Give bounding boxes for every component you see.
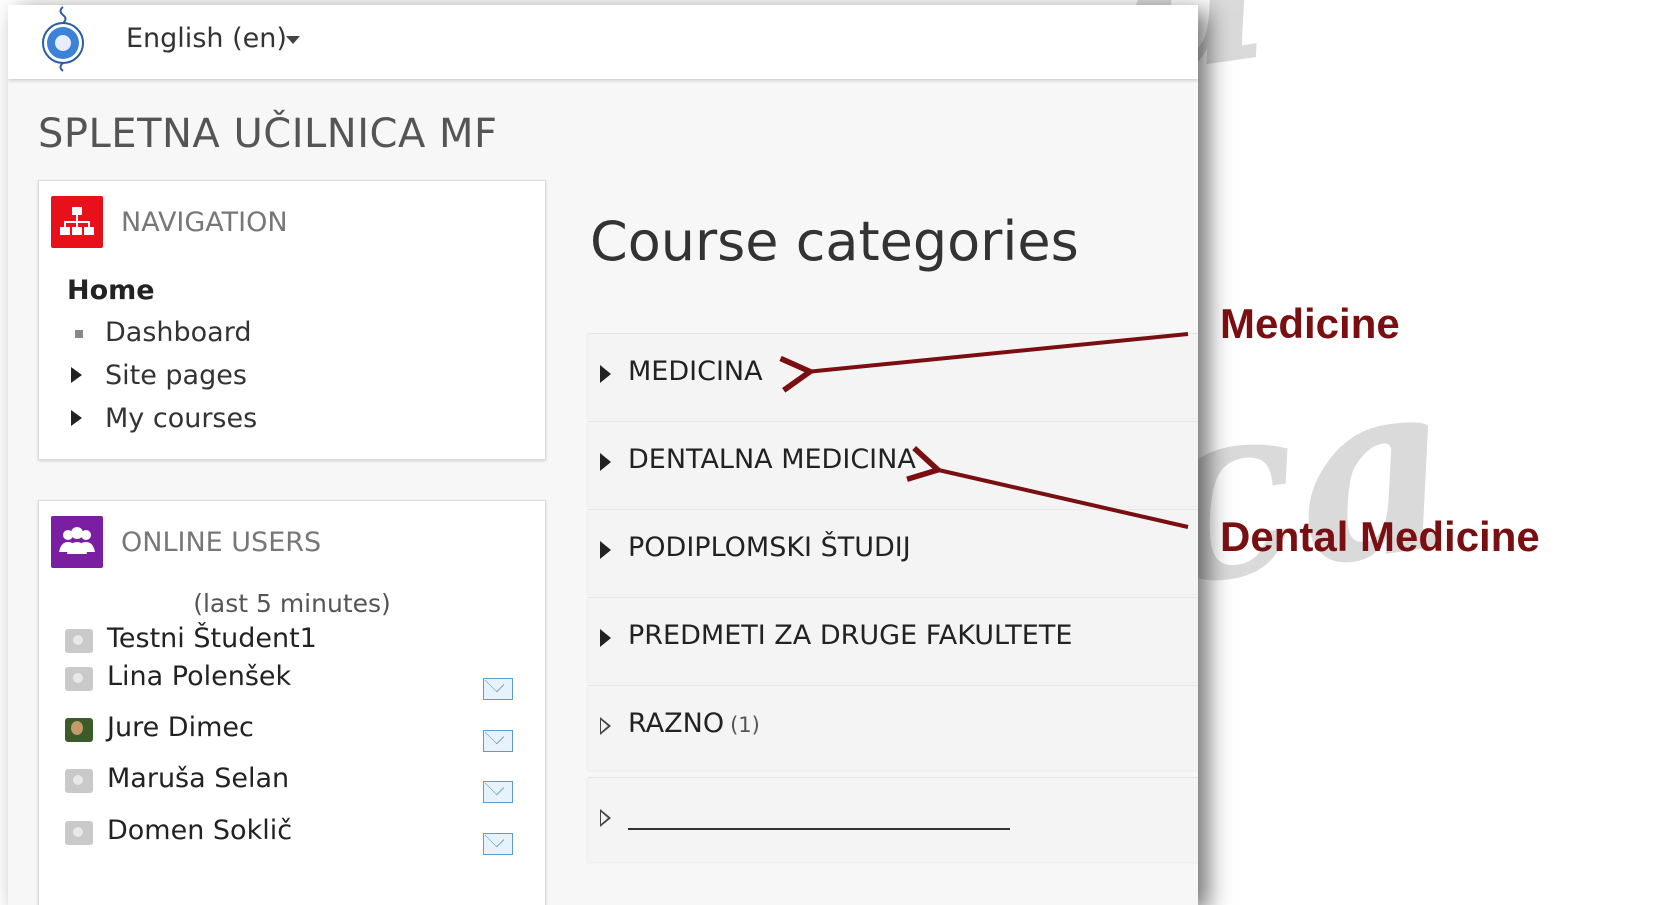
collapsed-triangle-outline-icon[interactable]: [600, 717, 611, 735]
avatar: [65, 718, 93, 742]
top-navbar: English (en): [8, 5, 1198, 79]
online-users-subtitle: (last 5 minutes): [193, 589, 391, 618]
users-icon: [51, 516, 103, 568]
expand-triangle-icon[interactable]: [71, 367, 82, 383]
navigation-block-title: NAVIGATION: [121, 207, 288, 238]
bullet-icon: [75, 330, 83, 338]
category-name[interactable]: DENTALNA MEDICINA: [628, 444, 916, 475]
language-menu-label[interactable]: English (en): [126, 23, 287, 54]
category-course-count: (1): [730, 713, 760, 737]
moodle-screenshot: English (en) SPLETNA UČILNICA MF NAVIGAT…: [8, 5, 1198, 905]
expand-triangle-icon[interactable]: [600, 629, 611, 647]
message-envelope-icon[interactable]: [483, 730, 513, 752]
expand-triangle-icon[interactable]: [600, 453, 611, 471]
chevron-down-icon[interactable]: [286, 36, 300, 44]
category-label[interactable]: RAZNO: [628, 708, 724, 739]
category-row-razno[interactable]: RAZNO (1): [588, 685, 1198, 770]
user-name[interactable]: Jure Dimec: [107, 712, 254, 743]
user-name[interactable]: Maruša Selan: [107, 763, 289, 794]
category-row-podiplomski-studij[interactable]: PODIPLOMSKI ŠTUDIJ: [588, 509, 1198, 594]
category-row-medicina[interactable]: MEDICINA: [588, 333, 1198, 418]
expand-triangle-icon[interactable]: [71, 410, 82, 426]
category-row-dentalna-medicina[interactable]: DENTALNA MEDICINA: [588, 421, 1198, 506]
expand-triangle-icon[interactable]: [600, 365, 611, 383]
navigation-block: NAVIGATION Home Dashboard Site pages My …: [38, 180, 546, 460]
sitemap-icon: [51, 196, 103, 248]
page-title: Course categories: [590, 210, 1079, 273]
message-envelope-icon[interactable]: [483, 833, 513, 855]
expand-triangle-icon[interactable]: [600, 541, 611, 559]
category-name[interactable]: MEDICINA: [628, 356, 763, 387]
avatar: [65, 769, 93, 793]
online-users-block-title: ONLINE USERS: [121, 527, 322, 558]
user-name[interactable]: Lina Polenšek: [107, 661, 291, 692]
message-envelope-icon[interactable]: [483, 781, 513, 803]
nav-item-site-pages[interactable]: Site pages: [105, 360, 247, 391]
avatar: [65, 629, 93, 653]
online-users-block: ONLINE USERS (last 5 minutes) Testni Štu…: [38, 500, 546, 905]
user-name[interactable]: Testni Študent1: [107, 623, 317, 654]
avatar: [65, 821, 93, 845]
site-title[interactable]: SPLETNA UČILNICA MF: [38, 111, 498, 157]
category-name-underline[interactable]: [628, 828, 1010, 830]
nav-item-my-courses[interactable]: My courses: [105, 403, 257, 434]
category-name[interactable]: PREDMETI ZA DRUGE FAKULTETE: [628, 620, 1072, 651]
category-row-unnamed[interactable]: [588, 777, 1198, 862]
nav-item-dashboard[interactable]: Dashboard: [105, 317, 251, 348]
message-envelope-icon[interactable]: [483, 678, 513, 700]
annotation-dental-medicine: Dental Medicine: [1220, 513, 1540, 560]
category-name[interactable]: PODIPLOMSKI ŠTUDIJ: [628, 532, 911, 563]
university-seal-icon[interactable]: [38, 5, 88, 75]
annotation-medicine: Medicine: [1220, 300, 1400, 347]
category-name[interactable]: RAZNO (1): [628, 708, 760, 739]
category-row-predmeti-za-druge-fakultete[interactable]: PREDMETI ZA DRUGE FAKULTETE: [588, 597, 1198, 682]
collapsed-triangle-outline-icon[interactable]: [600, 809, 611, 827]
nav-item-home[interactable]: Home: [67, 275, 155, 306]
user-name[interactable]: Domen Soklič: [107, 815, 292, 846]
avatar: [65, 667, 93, 691]
